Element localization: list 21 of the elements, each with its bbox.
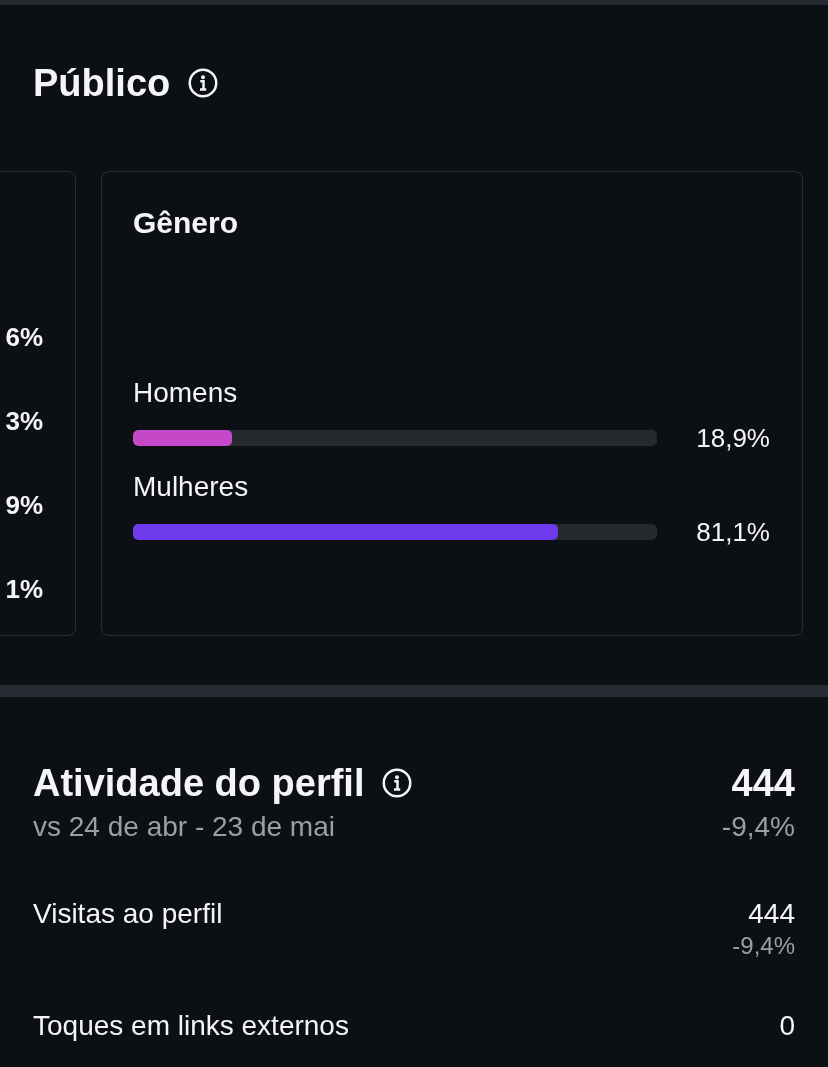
info-icon[interactable] xyxy=(382,768,413,798)
metric-label: Toques em links externos xyxy=(33,1009,349,1043)
bar-label: Homens xyxy=(133,376,239,410)
section-title: Atividade do perfil xyxy=(33,761,365,806)
percentage-value: 18,9% xyxy=(695,423,770,453)
percentage-value: 6% xyxy=(5,321,43,353)
info-icon[interactable] xyxy=(188,68,219,98)
bar-label: Mulheres xyxy=(133,470,250,504)
percentage-value: 81,1% xyxy=(695,517,770,547)
percentage-value: 1% xyxy=(5,573,43,605)
change-value: -9,4% xyxy=(721,810,795,844)
card-title: Gênero xyxy=(133,205,240,241)
section-title: Público xyxy=(33,61,171,106)
total-value: 444 xyxy=(731,761,795,806)
metric-value: 0 xyxy=(779,1009,795,1043)
percentage-value: 3% xyxy=(5,405,43,437)
metric-label: Visitas ao perfil xyxy=(33,897,223,931)
percentage-value: 9% xyxy=(5,489,43,521)
comparison-period: vs 24 de abr - 23 de mai xyxy=(33,810,335,844)
metric-value: 444 xyxy=(748,897,795,931)
metric-change: -9,4% xyxy=(732,931,795,961)
